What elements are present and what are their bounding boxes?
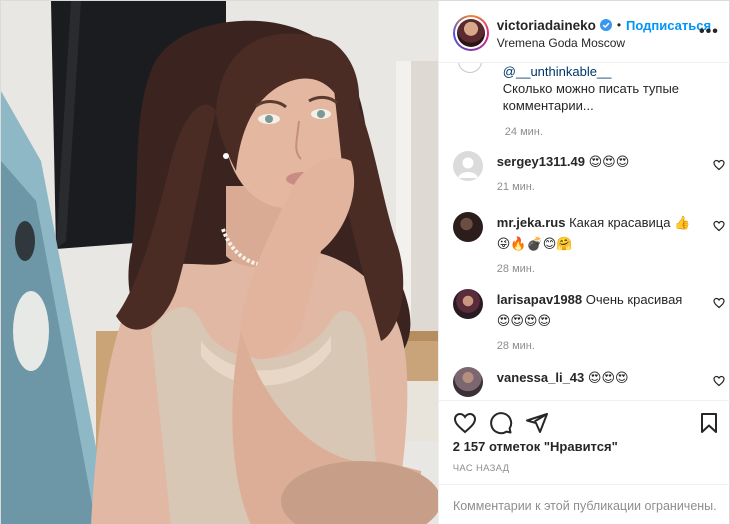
comment-icon[interactable]	[489, 411, 513, 435]
post-header: victoriadaineko • Подписаться Vremena Go…	[438, 1, 730, 63]
comment-avatar[interactable]	[452, 289, 483, 319]
heart-icon[interactable]	[713, 375, 725, 387]
comment-time: 21 мин.	[496, 181, 535, 193]
heart-icon[interactable]	[453, 411, 477, 435]
comment-avatar[interactable]	[452, 212, 483, 242]
post-time[interactable]: ЧАС НАЗАД	[453, 463, 510, 474]
comment-text: 😍😍😍	[587, 370, 629, 385]
comment-username[interactable]: vanessa_li_43	[497, 370, 584, 385]
heart-icon[interactable]	[713, 297, 725, 309]
reply-mention[interactable]: @__unthinkable__	[503, 64, 612, 79]
more-icon[interactable]: •••	[699, 23, 719, 41]
location-link[interactable]: Vremena Goda Moscow	[497, 36, 711, 50]
comment-avatar[interactable]	[452, 151, 483, 181]
heart-icon[interactable]	[713, 159, 725, 171]
verified-icon	[599, 19, 612, 31]
author-username[interactable]: victoriadaineko	[497, 18, 596, 33]
comment-time: 28 мин.	[496, 263, 535, 275]
reply-time: 24 мин.	[504, 126, 543, 138]
author-avatar[interactable]	[452, 15, 489, 51]
instagram-post: victoriadaineko • Подписаться Vremena Go…	[0, 0, 730, 524]
comment-username[interactable]: sergey1311.49	[497, 154, 585, 169]
reply-text: Сколько можно писать тупые комментарии..…	[502, 81, 680, 113]
comment-text: 😍😍😍	[588, 154, 630, 169]
comment-username[interactable]: mr.jeka.rus	[497, 215, 566, 230]
separator-dot: •	[616, 18, 622, 32]
comment-reply: @__unthinkable__ Сколько можно писать ту…	[457, 63, 723, 138]
post-photo[interactable]	[1, 1, 438, 524]
reply-avatar[interactable]	[457, 63, 482, 73]
share-icon[interactable]	[525, 411, 549, 435]
post-side-panel: victoriadaineko • Подписаться Vremena Go…	[437, 1, 730, 524]
comment-username[interactable]: larisapav1988	[497, 292, 582, 307]
comments-list[interactable]: @__unthinkable__ Сколько можно писать ту…	[439, 63, 730, 400]
post-actions: 2 157 отметок "Нравится" ЧАС НАЗАД Комме…	[438, 400, 730, 513]
comment-avatar[interactable]	[452, 367, 483, 397]
comments-limited-notice: Комментарии к этой публикации ограничены…	[438, 484, 730, 524]
likes-count[interactable]: 2 157 отметок "Нравится"	[453, 439, 618, 454]
portrait-photo	[1, 1, 438, 524]
heart-icon[interactable]	[713, 220, 725, 232]
bookmark-icon[interactable]	[697, 411, 721, 435]
comment-time: 28 мин.	[496, 340, 535, 352]
